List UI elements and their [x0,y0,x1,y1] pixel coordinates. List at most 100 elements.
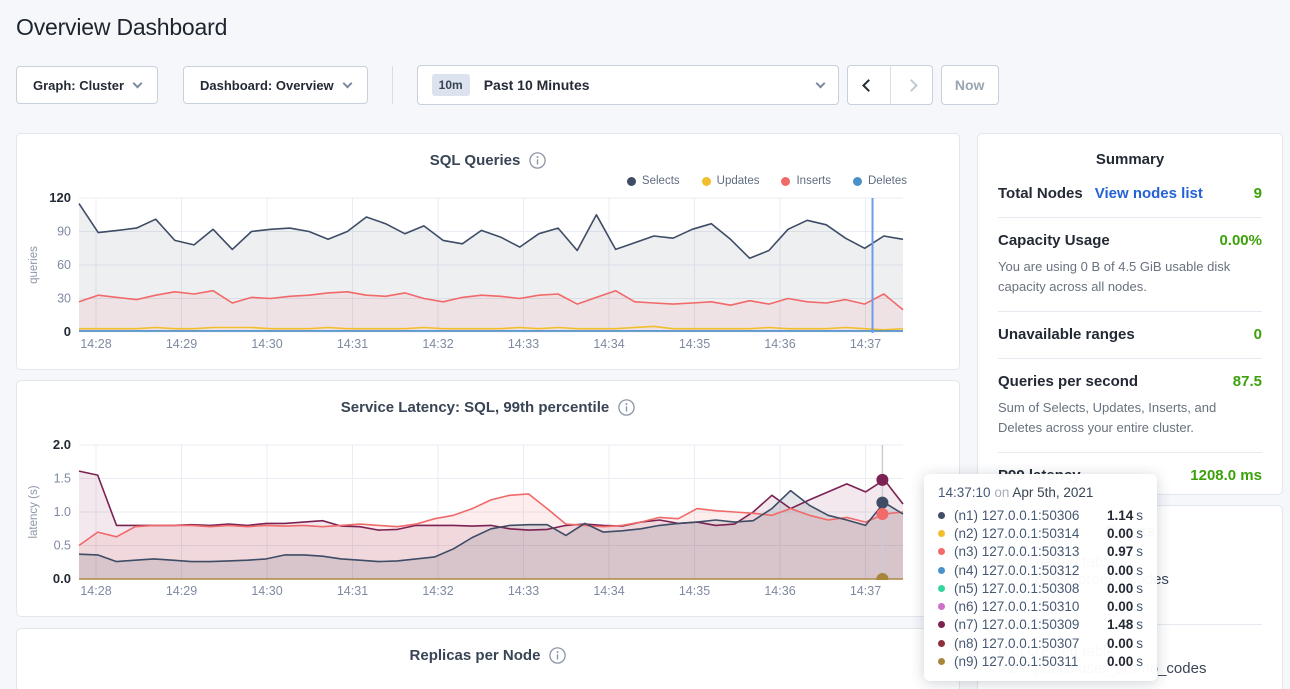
summary-value: 87.5 [1233,373,1262,390]
tooltip-node-row: (n2) 127.0.0.1:503140.00s [938,524,1143,542]
tooltip-node-row: (n8) 127.0.0.1:503070.00s [938,634,1143,652]
time-range-dropdown[interactable]: 10m Past 10 Minutes [417,65,839,105]
summary-value: 0.00% [1219,232,1262,249]
svg-text:14:37: 14:37 [850,337,881,351]
node-address: (n7) 127.0.0.1:50309 [954,617,1103,632]
view-nodes-link[interactable]: View nodes list [1095,185,1203,202]
tooltip-timestamp: 14:37:10 on Apr 5th, 2021 [938,485,1143,500]
replicas-per-node-title: Replicas per Node [17,629,959,665]
time-nav-group [847,65,933,105]
legend-dot [627,177,636,186]
node-latency-value: 0.00 [1107,563,1133,578]
tooltip-node-row: (n4) 127.0.0.1:50312 0.00s [938,561,1143,579]
node-latency-unit: s [1136,599,1143,614]
svg-text:0.0: 0.0 [53,571,71,586]
summary-row: Capacity Usage 0.00% You are using 0 B of … [998,218,1262,312]
svg-text:14:34: 14:34 [593,584,624,598]
node-color-dot [938,530,945,537]
overview-dashboard-page: Overview Dashboard Graph: Cluster Dashbo… [0,0,1290,689]
node-address: (n6) 127.0.0.1:50310 [954,599,1103,614]
node-address: (n2) 127.0.0.1:50314 [954,526,1103,541]
summary-row: Total Nodes View nodes list 9 [998,171,1262,218]
legend-label: Updates [717,175,760,187]
svg-text:0.5: 0.5 [54,539,71,553]
controls-divider [392,66,393,104]
legend-label: Deletes [868,175,907,187]
svg-text:90: 90 [57,225,71,239]
node-latency-value: 0.00 [1107,654,1133,669]
info-icon[interactable] [529,152,546,169]
now-button[interactable]: Now [941,65,999,105]
node-latency-value: 0.97 [1107,544,1133,559]
svg-text:14:29: 14:29 [166,337,197,351]
svg-text:14:36: 14:36 [764,584,795,598]
node-color-dot [938,603,945,610]
summary-value: 9 [1254,185,1262,202]
node-latency-unit: s [1136,654,1143,669]
info-icon[interactable] [618,399,635,416]
legend-dot [853,177,862,186]
summary-label: Capacity Usage [998,232,1110,249]
svg-text:14:30: 14:30 [251,337,282,351]
svg-text:2.0: 2.0 [53,437,71,452]
dashboard-controls: Graph: Cluster Dashboard: Overview 10m P… [16,65,1283,105]
legend-item-inserts[interactable]: Inserts [781,175,831,187]
graph-scope-label: Graph: Cluster [33,78,124,93]
tooltip-date: Apr 5th, 2021 [1012,485,1093,500]
legend-item-updates[interactable]: Updates [702,175,760,187]
node-color-dot [938,567,945,574]
replicas-per-node-title-text: Replicas per Node [410,647,541,664]
summary-label: Total Nodes [998,185,1083,202]
sql-queries-chart[interactable]: 14:2814:2914:3014:3114:3214:3314:3414:35… [17,175,929,353]
node-latency-value: 1.48 [1107,617,1133,632]
legend-dot [702,177,711,186]
node-address: (n3) 127.0.0.1:50313 [954,544,1103,559]
node-latency-value: 0.00 [1107,581,1133,596]
node-color-dot [938,548,945,555]
summary-panel: Summary Total NodesView nodes list9Capac… [977,133,1283,495]
summary-label: Queries per second [998,373,1138,390]
summary-subtext: You are using 0 B of 4.5 GiB usable disk… [998,257,1262,296]
replicas-per-node-card: Replicas per Node [16,628,960,689]
svg-text:14:33: 14:33 [508,337,539,351]
svg-text:0: 0 [64,324,71,339]
node-latency-value: 0.00 [1107,599,1133,614]
node-color-dot [938,585,945,592]
node-latency-unit: s [1136,563,1143,578]
time-next-button[interactable] [890,66,932,104]
node-address: (n4) 127.0.0.1:50312 [954,563,1103,578]
tooltip-node-row: (n7) 127.0.0.1:50309 1.48s [938,616,1143,634]
tooltip-node-row: (n1) 127.0.0.1:503061.14s [938,506,1143,524]
sql-queries-title-text: SQL Queries [430,152,521,169]
node-latency-unit: s [1136,526,1143,541]
node-color-dot [938,658,945,665]
legend-dot [781,177,790,186]
chevron-down-icon [815,78,825,88]
legend-item-selects[interactable]: Selects [627,175,680,187]
node-latency-value: 0.00 [1107,636,1133,651]
svg-text:14:33: 14:33 [508,584,539,598]
svg-text:14:28: 14:28 [80,337,111,351]
svg-text:14:31: 14:31 [337,584,368,598]
dashboard-select-dropdown[interactable]: Dashboard: Overview [183,66,368,104]
node-latency-unit: s [1136,544,1143,559]
sql-queries-title: SQL Queries [17,134,959,170]
summary-row: Queries per second87.5Sum of Selects, Up… [998,359,1262,453]
time-prev-button[interactable] [848,66,890,104]
svg-text:14:32: 14:32 [422,337,453,351]
svg-text:latency (s): latency (s) [28,485,40,538]
legend-item-deletes[interactable]: Deletes [853,175,907,187]
summary-value: 0 [1254,326,1262,343]
svg-text:14:29: 14:29 [166,584,197,598]
node-latency-unit: s [1136,636,1143,651]
info-icon[interactable] [549,647,566,664]
dashboard-select-label: Dashboard: Overview [200,78,334,93]
legend-label: Selects [642,175,680,187]
svg-text:1.0: 1.0 [54,505,71,519]
service-latency-chart[interactable]: 14:2814:2914:3014:3114:3214:3314:3414:35… [17,422,929,600]
tooltip-node-row: (n9) 127.0.0.1:503110.00s [938,652,1143,670]
node-latency-unit: s [1136,617,1143,632]
svg-text:30: 30 [57,292,71,306]
service-latency-card: Service Latency: SQL, 99th percentile 14… [16,380,960,617]
graph-scope-dropdown[interactable]: Graph: Cluster [16,66,158,104]
